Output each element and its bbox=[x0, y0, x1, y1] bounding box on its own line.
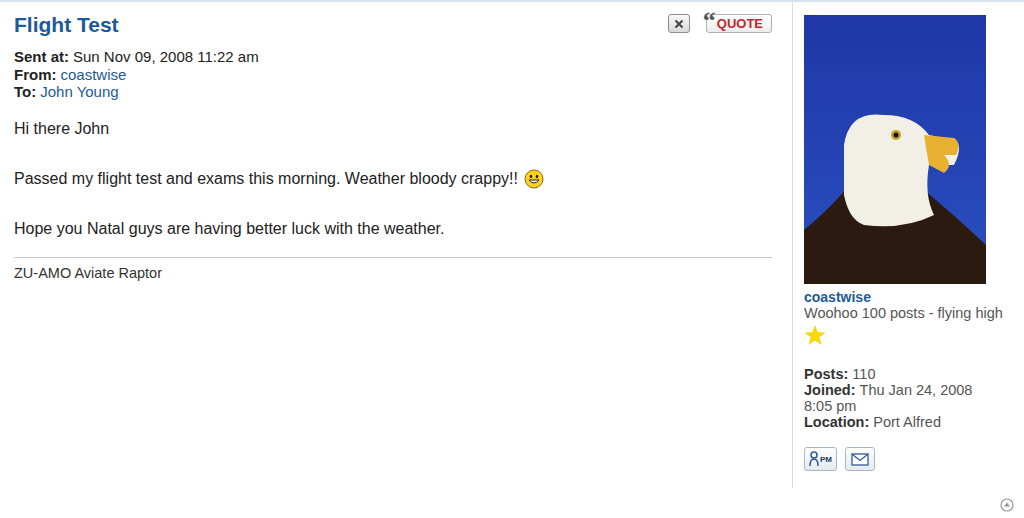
meta-label: Sent at: bbox=[14, 48, 69, 65]
stat-row: Location:Port Alfred bbox=[804, 414, 1004, 430]
signature: ZU-AMO Aviate Raptor bbox=[14, 264, 772, 282]
private-message: Flight Test “QUOTE Sent at:Sun Nov 09, 200… bbox=[0, 0, 1024, 518]
stat-row: Joined:Thu Jan 24, 2008 8:05 pm bbox=[804, 382, 1004, 414]
stat-label: Joined: bbox=[804, 382, 856, 398]
author-stats: Posts:110Joined:Thu Jan 24, 2008 8:05 pm… bbox=[804, 366, 1004, 430]
meta-row: To:John Young bbox=[14, 83, 772, 101]
stat-label: Posts: bbox=[804, 366, 848, 382]
stat-value: 110 bbox=[852, 366, 875, 382]
message-panel: Flight Test “QUOTE Sent at:Sun Nov 09, 200… bbox=[0, 2, 793, 488]
avatar-image bbox=[804, 15, 986, 284]
pm-button[interactable]: PM bbox=[804, 447, 837, 471]
meta-link[interactable]: John Young bbox=[40, 83, 118, 100]
meta-row: Sent at:Sun Nov 09, 2008 11:22 am bbox=[14, 48, 772, 66]
message-header: Flight Test “QUOTE bbox=[14, 10, 772, 40]
rank-stars bbox=[804, 324, 1024, 346]
stat-value: Port Alfred bbox=[873, 414, 941, 430]
contact-buttons: PM bbox=[804, 447, 1024, 471]
quote-button[interactable]: “QUOTE bbox=[706, 14, 772, 33]
quote-mark: “ bbox=[703, 6, 716, 36]
message-paragraph: Hope you Natal guys are having better lu… bbox=[14, 217, 772, 241]
smiley-icon bbox=[524, 169, 544, 189]
stat-label: Location: bbox=[804, 414, 869, 430]
message-actions: “QUOTE bbox=[668, 10, 772, 33]
arrow-up-icon bbox=[1000, 498, 1014, 512]
close-icon bbox=[674, 19, 684, 29]
message-body: Hi there John Passed my flight test and e… bbox=[14, 117, 772, 241]
meta-row: From:coastwise bbox=[14, 66, 772, 84]
email-button[interactable] bbox=[845, 447, 875, 471]
message-title: Flight Test bbox=[14, 10, 119, 40]
meta-label: From: bbox=[14, 66, 57, 83]
stat-row: Posts:110 bbox=[804, 366, 1004, 382]
meta-value: Sun Nov 09, 2008 11:22 am bbox=[73, 48, 259, 65]
message-paragraph: Hi there John bbox=[14, 117, 772, 141]
meta-label: To: bbox=[14, 83, 36, 100]
author-name[interactable]: coastwise bbox=[804, 289, 1024, 305]
message-paragraph: Passed my flight test and exams this mor… bbox=[14, 167, 772, 191]
back-to-top-button[interactable] bbox=[1000, 498, 1014, 512]
envelope-icon bbox=[851, 453, 869, 466]
author-panel: coastwiseWoohoo 100 posts - flying high P… bbox=[793, 2, 1024, 518]
delete-button[interactable] bbox=[668, 14, 690, 33]
person-icon bbox=[809, 451, 819, 467]
message-meta: Sent at:Sun Nov 09, 2008 11:22 amFrom:co… bbox=[14, 48, 772, 101]
star-icon bbox=[804, 324, 826, 346]
author-rank: Woohoo 100 posts - flying high bbox=[804, 305, 1004, 321]
signature-separator bbox=[14, 257, 772, 258]
meta-link[interactable]: coastwise bbox=[61, 66, 127, 83]
